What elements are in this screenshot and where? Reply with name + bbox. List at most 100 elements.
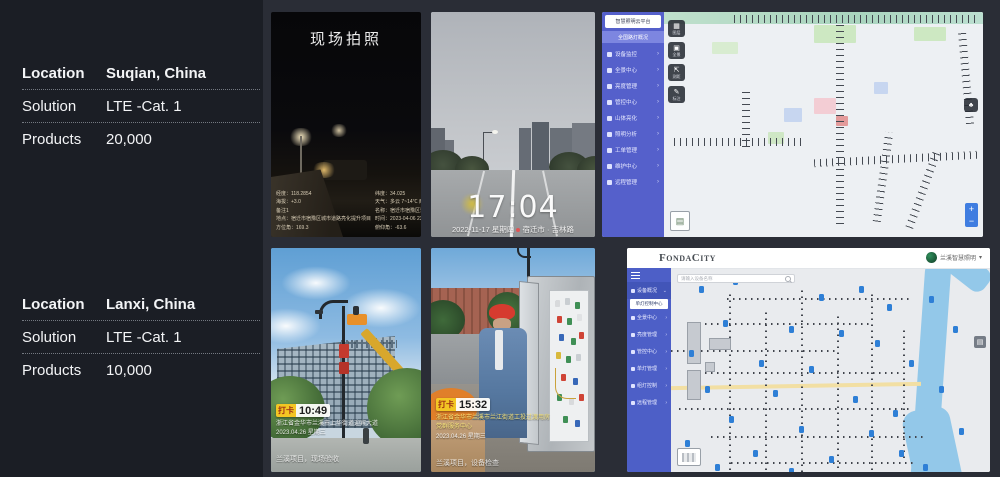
place-text: 宿迁市 · 吉林路 xyxy=(522,225,574,234)
sidebar-item[interactable]: 管控中心› xyxy=(627,343,671,360)
zoom-in-button[interactable]: + xyxy=(969,205,974,214)
map-canvas[interactable]: ▦ 图层 ▣ 全景 ⇱ 测距 ✎ 标注 ♣ + xyxy=(664,12,983,237)
chevron-right-icon: › xyxy=(657,67,659,73)
legend-plant-icon: ▤ xyxy=(676,216,685,227)
layer-switch-button[interactable]: ♣ xyxy=(964,98,978,112)
dotted-road xyxy=(801,286,803,472)
worker-figure xyxy=(353,306,359,315)
overview-map-button[interactable] xyxy=(677,448,701,466)
menu-icon xyxy=(607,148,612,153)
menu-icon xyxy=(631,350,635,354)
sidebar-item[interactable]: 管控中心› xyxy=(602,94,664,110)
map-building xyxy=(687,322,701,364)
photo-lamp-installation: 打卡 10:49 浙江省金华市兰溪市上华街道迎宾大道 2023.04.26 星期… xyxy=(271,248,421,472)
chevron-right-icon: › xyxy=(657,163,659,169)
sidebar-item[interactable]: 远程管理› xyxy=(602,174,664,190)
sidebar-item[interactable]: 组灯控制› xyxy=(627,377,671,394)
menu-icon xyxy=(607,180,612,185)
measure-tool-button[interactable]: ⇱ 测距 xyxy=(668,64,685,81)
light-markers-row xyxy=(674,138,804,146)
row-value: Suqian, China xyxy=(106,65,206,82)
lamp-arm xyxy=(319,300,348,319)
menu-icon xyxy=(631,367,635,371)
dotted-road xyxy=(729,292,731,470)
checkin-label: 打卡 xyxy=(276,404,296,417)
layers-tool-button[interactable]: ▦ 图层 xyxy=(668,20,685,37)
panorama-icon: ▣ xyxy=(673,45,680,52)
device-search-input[interactable]: 请输入设备名称 xyxy=(677,274,795,283)
streetlight-glow xyxy=(329,124,349,137)
hamburger-menu-icon[interactable] xyxy=(631,272,640,279)
measure-icon: ⇱ xyxy=(674,67,680,74)
legend-button[interactable]: ▤ xyxy=(670,211,690,231)
map-tools: ▦ 图层 ▣ 全景 ⇱ 测距 ✎ 标注 xyxy=(668,20,685,103)
map-park xyxy=(712,42,738,54)
building xyxy=(532,122,549,170)
cloud xyxy=(281,266,351,300)
meta-line: 时间：2023-04-06 23:13:27 xyxy=(375,215,421,224)
row-value: 20,000 xyxy=(106,131,152,148)
photo-caption: 兰溪项目，现场验收 xyxy=(276,454,339,464)
meta-line: 俯仰角：-63.6 xyxy=(375,224,421,233)
chevron-icon: › xyxy=(665,332,667,338)
row-label: Location xyxy=(22,296,106,313)
user-menu[interactable]: 兰溪智慧照明 ▾ xyxy=(926,252,982,263)
layer-switch-icon: ♣ xyxy=(969,102,974,109)
map-mode-button[interactable]: ▤ xyxy=(974,336,986,348)
sidebar-active-item[interactable]: 全国路灯概况 xyxy=(602,31,664,43)
sidebar-menu: 设备监控› 全景中心› 亮度管理› 管控中心› 山体亮化› 照明分析› 工单管理… xyxy=(602,46,664,190)
sidebar-item[interactable]: 亮度管理› xyxy=(602,78,664,94)
pole-banner xyxy=(339,362,349,374)
sidebar-item[interactable]: 亮度管理› xyxy=(627,326,671,343)
platform-header: FondaCity 兰溪智慧照明 ▾ xyxy=(627,248,990,269)
search-placeholder: 请输入设备名称 xyxy=(681,276,713,282)
sidebar-item[interactable]: 单灯管理› xyxy=(627,360,671,377)
light-markers-column xyxy=(742,87,750,147)
menu-icon xyxy=(607,132,612,137)
building xyxy=(519,128,531,170)
chevron-icon: › xyxy=(665,383,667,389)
avatar xyxy=(926,252,937,263)
zoom-out-button[interactable]: − xyxy=(969,217,974,226)
sidebar-item[interactable]: 照明分析› xyxy=(602,126,664,142)
meta-line: 备注1 xyxy=(276,207,371,216)
meta-line: 名称：宿迁市宿豫区道路亮化 国网一电一节能改造 xyxy=(375,207,421,216)
checkin-address: 浙江省金华市兰溪市兰江街道工投过渡用房 党群服务中心 2023.04.26 星期… xyxy=(436,414,550,442)
row-value: Lanxi, China xyxy=(106,296,195,313)
menu-icon xyxy=(631,401,635,405)
sidebar-item[interactable]: 山体亮化› xyxy=(602,110,664,126)
dotted-road xyxy=(687,323,873,325)
table-row: Products 20,000 xyxy=(22,123,260,155)
dotted-road xyxy=(765,308,767,472)
sidebar-item[interactable]: 维护中心› xyxy=(602,158,664,174)
photo-caption: 兰溪项目，设备检查 xyxy=(436,458,499,468)
sidebar-item[interactable]: 工单管理› xyxy=(602,142,664,158)
chevron-right-icon: › xyxy=(657,131,659,137)
sidebar-item[interactable]: 远程管理› xyxy=(627,394,671,411)
map-block-blue xyxy=(874,82,888,94)
case-table-suqian: Location Suqian, China Solution LTE -Cat… xyxy=(22,57,260,155)
sidebar-subitem[interactable]: 单灯控制中心 xyxy=(630,299,668,309)
table-row: Solution LTE -Cat. 1 xyxy=(22,90,260,123)
light-markers-column xyxy=(873,132,893,222)
dotted-road xyxy=(903,326,905,458)
sidebar-item-active[interactable]: 设备概况⌄ xyxy=(627,282,671,299)
photo-title: 现场拍照 xyxy=(271,28,421,49)
annotate-tool-button[interactable]: ✎ 标注 xyxy=(668,86,685,103)
map-park xyxy=(814,25,856,43)
map-canvas[interactable]: 请输入设备名称 ▤ xyxy=(671,268,990,472)
panorama-tool-button[interactable]: ▣ 全景 xyxy=(668,42,685,59)
dotted-road xyxy=(731,462,913,464)
row-value: 10,000 xyxy=(106,362,152,379)
chevron-icon: ⌄ xyxy=(663,288,667,294)
sidebar-item[interactable]: 设备监控› xyxy=(602,46,664,62)
map-building xyxy=(687,370,701,400)
sidebar-item[interactable]: 全景中心› xyxy=(602,62,664,78)
annotate-icon: ✎ xyxy=(674,89,680,96)
date-text: 2022-11-17 星期四 xyxy=(452,225,514,234)
sidebar-item[interactable]: 全景中心› xyxy=(627,309,671,326)
menu-icon xyxy=(631,333,635,337)
zoom-control[interactable]: + − xyxy=(965,203,978,227)
map-building xyxy=(705,362,715,372)
menu-icon xyxy=(631,384,635,388)
